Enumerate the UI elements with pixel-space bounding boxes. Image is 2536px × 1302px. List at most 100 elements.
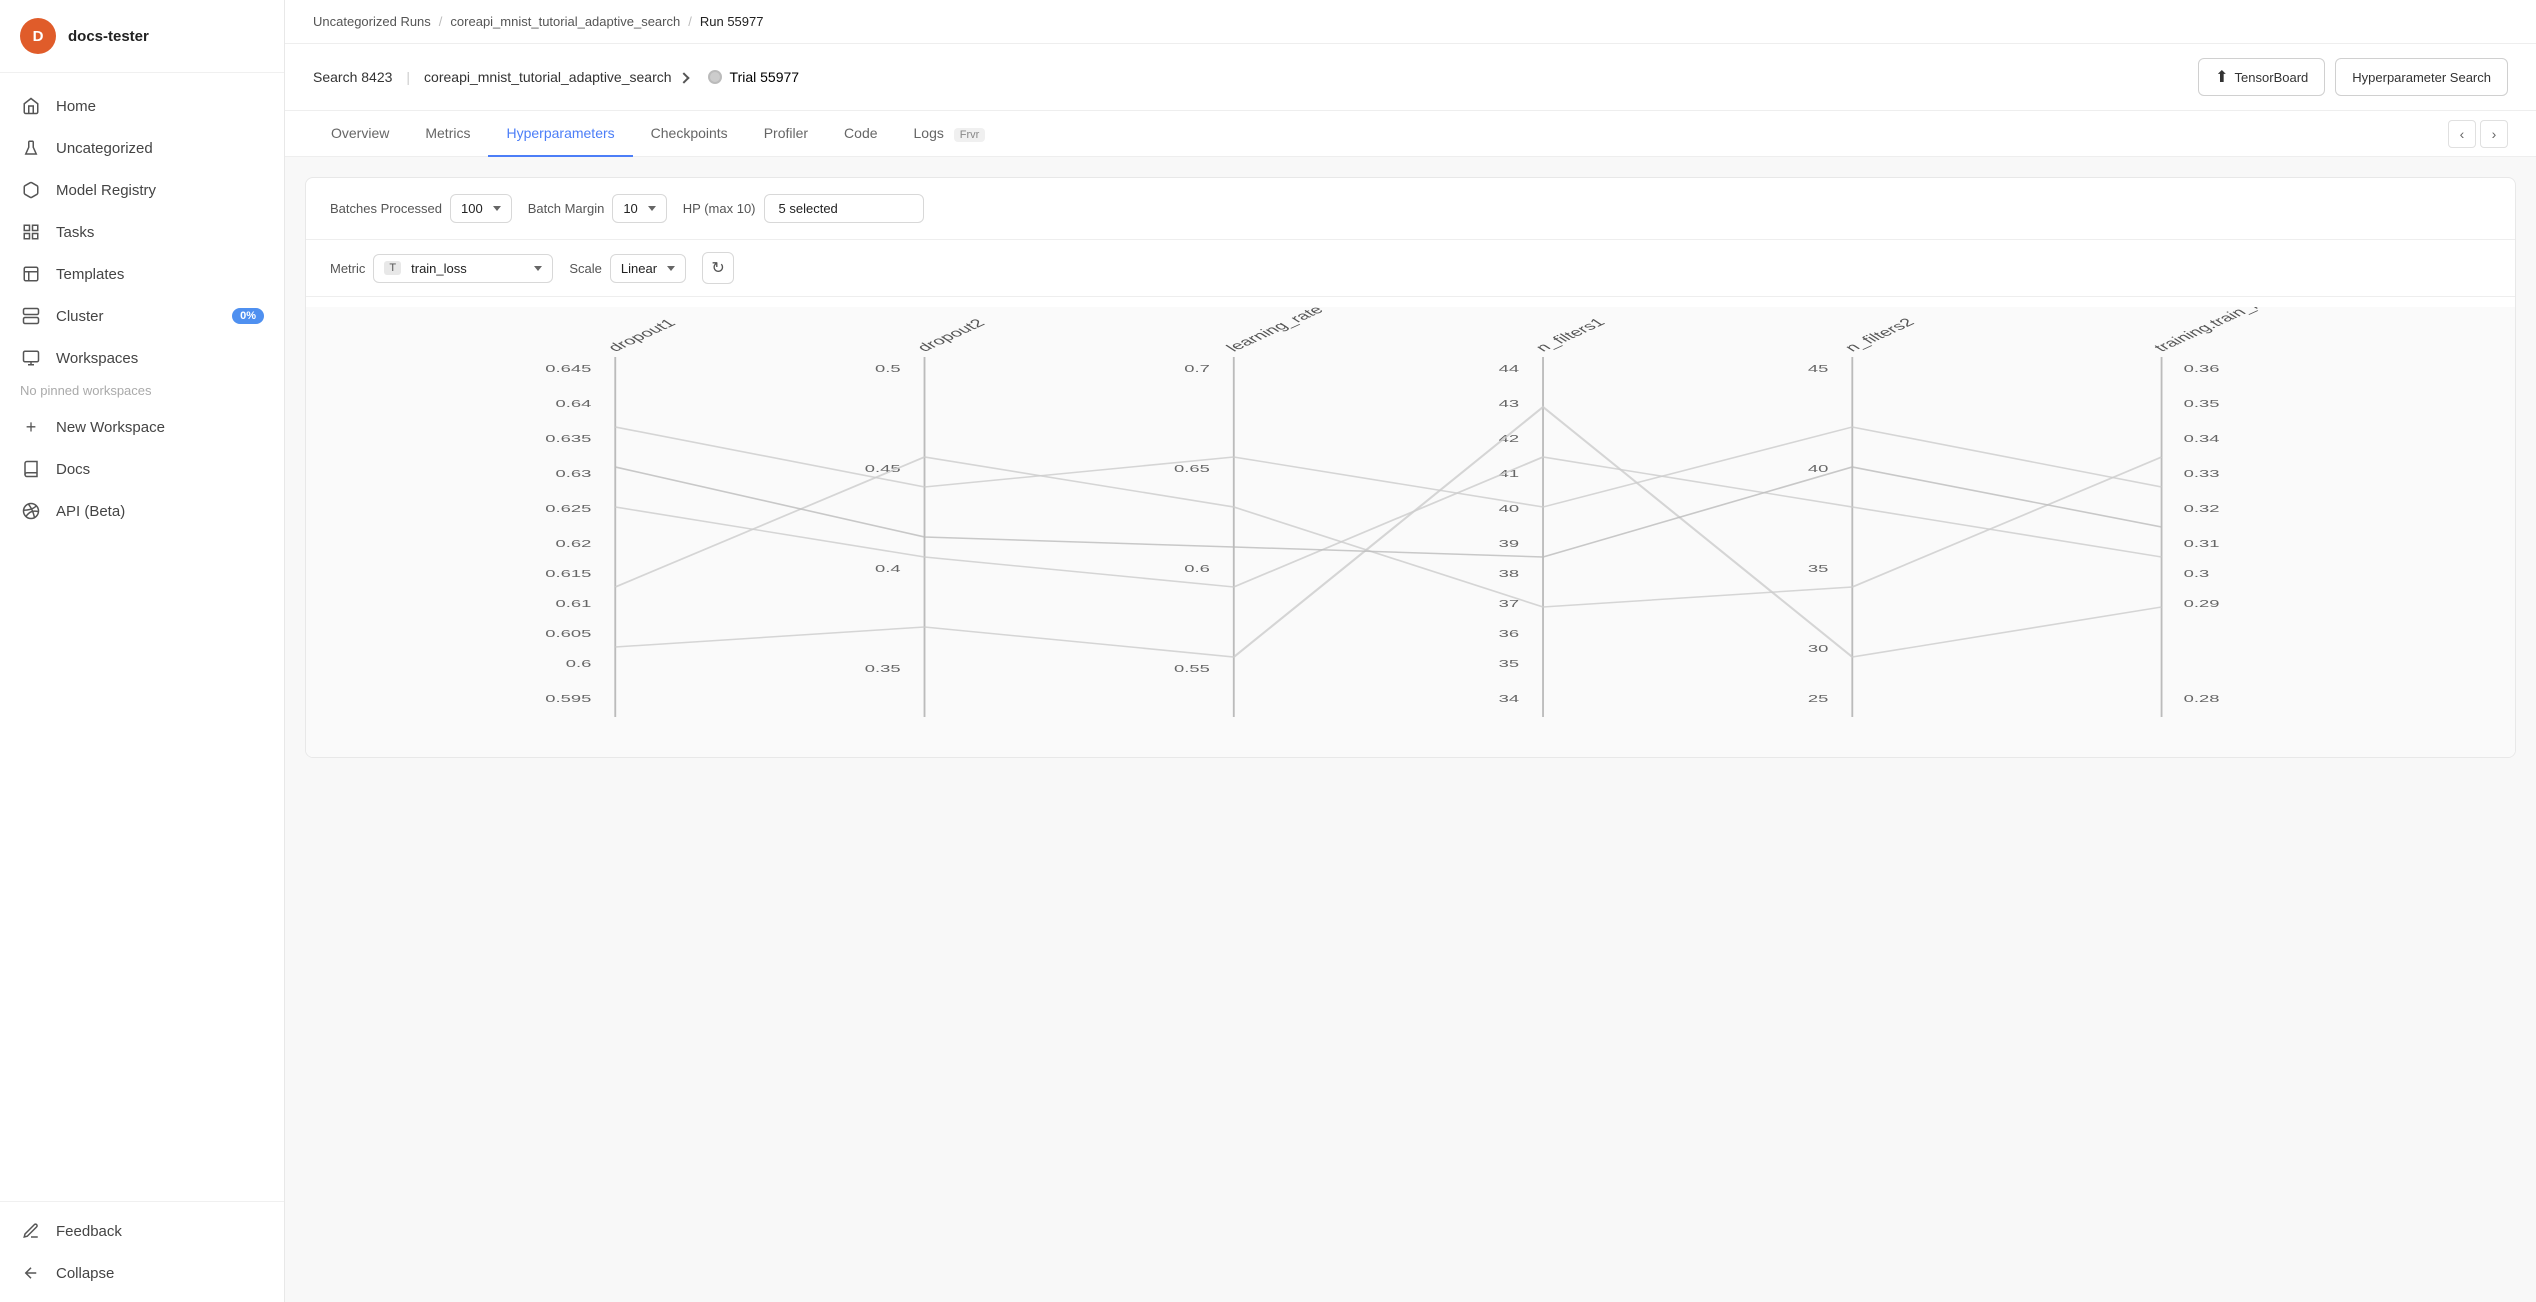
margin-filter: Batch Margin 10 (528, 194, 667, 223)
tensorboard-button[interactable]: ⬆ TensorBoard (2198, 58, 2325, 96)
batches-select[interactable]: 100 (450, 194, 512, 223)
tab-overview[interactable]: Overview (313, 111, 407, 157)
svg-text:0.595: 0.595 (545, 694, 591, 705)
svg-text:40: 40 (1808, 464, 1828, 475)
svg-text:34: 34 (1499, 694, 1519, 705)
sidebar-item-feedback[interactable]: Feedback (0, 1210, 284, 1252)
sidebar-item-templates[interactable]: Templates (0, 253, 284, 295)
tab-code[interactable]: Code (826, 111, 895, 157)
svg-text:0.5: 0.5 (875, 364, 901, 375)
hyperparameter-label: Hyperparameter Search (2352, 70, 2491, 85)
metric-type-badge: T (384, 261, 401, 275)
sidebar-item-uncategorized-label: Uncategorized (56, 140, 153, 157)
svg-text:0.34: 0.34 (2184, 434, 2220, 445)
svg-text:0.33: 0.33 (2184, 469, 2220, 480)
user-section: D docs-tester (0, 0, 284, 73)
trial-info: Trial 55977 (708, 69, 800, 85)
scale-value: Linear (621, 261, 657, 276)
main-content: Uncategorized Runs / coreapi_mnist_tutor… (285, 0, 2536, 1302)
tensorboard-icon: ⬆ (2215, 67, 2228, 87)
svg-text:0.35: 0.35 (865, 664, 901, 675)
chart-area: dropout1 dropout2 learning_rate n_filter… (306, 297, 2515, 757)
svg-text:0.31: 0.31 (2184, 539, 2220, 550)
breadcrumb-run: Run 55977 (700, 14, 764, 29)
svg-text:0.63: 0.63 (556, 469, 592, 480)
feedback-label: Feedback (56, 1223, 122, 1240)
metric-filter: Metric T train_loss (330, 254, 553, 283)
collapse-icon (20, 1262, 42, 1284)
templates-icon (20, 263, 42, 285)
tabs: Overview Metrics Hyperparameters Checkpo… (285, 111, 2536, 157)
svg-text:0.29: 0.29 (2184, 599, 2220, 610)
svg-text:0.645: 0.645 (545, 364, 591, 375)
scale-filter: Scale Linear (569, 254, 686, 283)
api-beta-label: API (Beta) (56, 503, 125, 520)
margin-caret-icon (648, 206, 656, 211)
breadcrumb-search[interactable]: coreapi_mnist_tutorial_adaptive_search (450, 14, 680, 29)
trial-status-dot (708, 70, 722, 84)
svg-text:0.615: 0.615 (545, 569, 591, 580)
svg-text:35: 35 (1808, 564, 1828, 575)
svg-text:0.605: 0.605 (545, 629, 591, 640)
metric-select[interactable]: T train_loss (373, 254, 553, 283)
tab-profiler[interactable]: Profiler (746, 111, 826, 157)
sidebar-item-cluster[interactable]: Cluster 0% (0, 295, 284, 337)
svg-text:0.32: 0.32 (2184, 504, 2220, 515)
sidebar-item-tasks-label: Tasks (56, 224, 94, 241)
cluster-badge: 0% (232, 308, 264, 324)
topbar: Search 8423 | coreapi_mnist_tutorial_ada… (285, 44, 2536, 111)
sidebar-item-new-workspace[interactable]: + New Workspace (0, 406, 284, 448)
sidebar-item-uncategorized[interactable]: Uncategorized (0, 127, 284, 169)
hyperparameter-search-button[interactable]: Hyperparameter Search (2335, 58, 2508, 96)
sidebar-item-docs[interactable]: Docs (0, 448, 284, 490)
tasks-icon (20, 221, 42, 243)
refresh-button[interactable]: ↻ (702, 252, 734, 284)
svg-text:0.55: 0.55 (1174, 664, 1210, 675)
margin-label: Batch Margin (528, 201, 605, 216)
sidebar-item-api[interactable]: API (Beta) (0, 490, 284, 532)
hyperparameters-panel: Batches Processed 100 Batch Margin 10 HP… (305, 177, 2516, 758)
search-id: Search 8423 (313, 69, 392, 85)
workspaces-icon (20, 347, 42, 369)
batches-filter: Batches Processed 100 (330, 194, 512, 223)
metric-label: Metric (330, 261, 365, 276)
tab-logs[interactable]: Logs Frvr (896, 111, 1004, 157)
margin-select[interactable]: 10 (612, 194, 666, 223)
batches-caret-icon (493, 206, 501, 211)
avatar: D (20, 18, 56, 54)
breadcrumb-sep-2: / (688, 14, 692, 29)
sidebar-item-collapse[interactable]: Collapse (0, 1252, 284, 1294)
tab-hyperparameters[interactable]: Hyperparameters (488, 111, 632, 157)
sidebar-item-model-registry[interactable]: Model Registry (0, 169, 284, 211)
svg-text:0.635: 0.635 (545, 434, 591, 445)
svg-text:0.62: 0.62 (556, 539, 592, 550)
search-chevron-icon (678, 72, 689, 83)
hp-selected[interactable]: 5 selected (764, 194, 924, 223)
logs-label: Logs (914, 125, 944, 141)
metric-value: train_loss (411, 261, 467, 276)
tab-checkpoints[interactable]: Checkpoints (633, 111, 746, 157)
filters-row-1: Batches Processed 100 Batch Margin 10 HP… (306, 178, 2515, 240)
breadcrumb-uncategorized[interactable]: Uncategorized Runs (313, 14, 431, 29)
sidebar-item-workspaces[interactable]: Workspaces (0, 337, 284, 379)
tab-metrics[interactable]: Metrics (407, 111, 488, 157)
sidebar-item-home[interactable]: Home (0, 85, 284, 127)
scale-label: Scale (569, 261, 602, 276)
svg-text:25: 25 (1808, 694, 1828, 705)
api-icon (20, 500, 42, 522)
tab-next-button[interactable]: › (2480, 120, 2508, 148)
tab-prev-button[interactable]: ‹ (2448, 120, 2476, 148)
search-info: Search 8423 | coreapi_mnist_tutorial_ada… (313, 69, 688, 85)
scale-select[interactable]: Linear (610, 254, 686, 283)
cube-icon (20, 179, 42, 201)
sidebar-item-home-label: Home (56, 98, 96, 115)
username: docs-tester (68, 28, 149, 45)
logs-badge: Frvr (954, 128, 986, 142)
svg-text:0.36: 0.36 (2184, 364, 2220, 375)
svg-text:35: 35 (1499, 659, 1519, 670)
beaker-icon (20, 137, 42, 159)
hp-filter: HP (max 10) 5 selected (683, 194, 924, 223)
svg-text:0.7: 0.7 (1184, 364, 1210, 375)
breadcrumb-sep-1: / (439, 14, 443, 29)
sidebar-item-tasks[interactable]: Tasks (0, 211, 284, 253)
